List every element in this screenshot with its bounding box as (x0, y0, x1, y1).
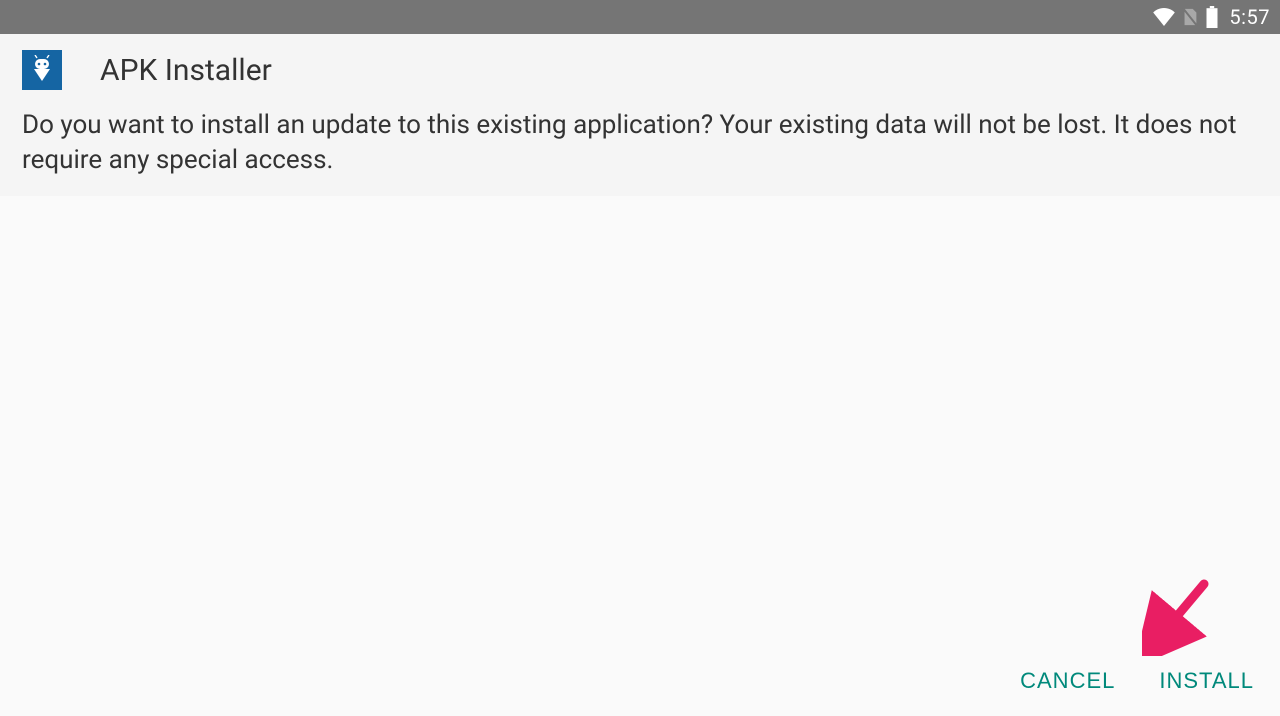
dialog-footer: CANCEL INSTALL (0, 646, 1280, 716)
cancel-button[interactable]: CANCEL (1020, 668, 1115, 694)
status-bar: 5:57 (0, 0, 1280, 34)
install-button[interactable]: INSTALL (1159, 668, 1254, 694)
wifi-icon (1153, 8, 1175, 26)
title-row: APK Installer (22, 50, 1258, 90)
install-dialog-header: APK Installer Do you want to install an … (0, 34, 1280, 196)
no-sim-icon (1181, 7, 1199, 27)
dialog-body (0, 196, 1280, 630)
app-title: APK Installer (100, 53, 272, 88)
battery-icon (1205, 6, 1219, 28)
app-icon (22, 50, 62, 90)
clock: 5:57 (1229, 5, 1270, 29)
install-message: Do you want to install an update to this… (22, 108, 1258, 178)
